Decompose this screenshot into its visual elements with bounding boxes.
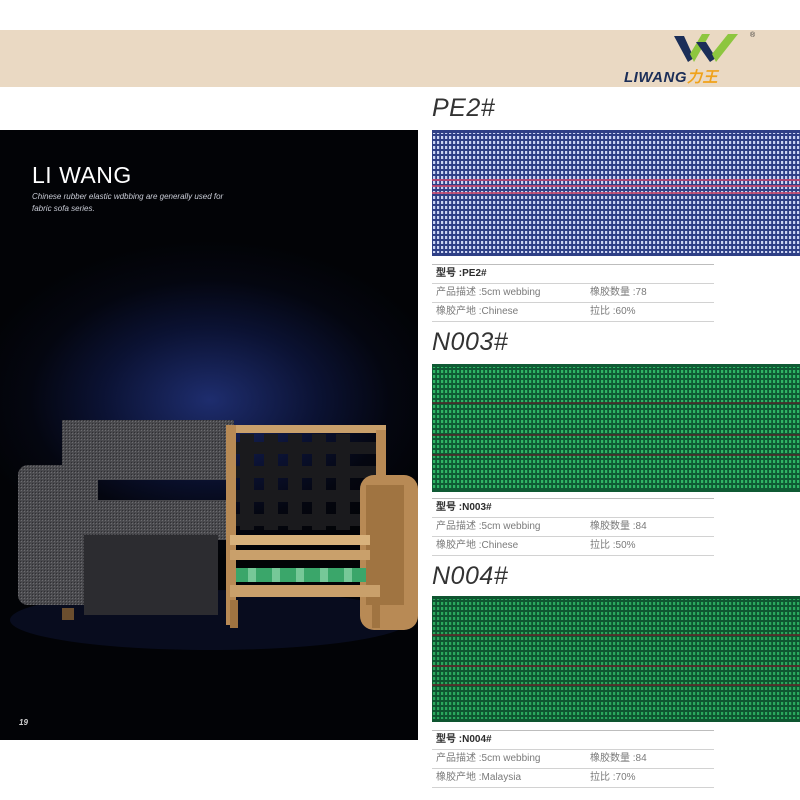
rubber-count: 橡胶数量 :78: [590, 287, 647, 298]
photo-title: LI WANG: [32, 162, 132, 188]
product-spec-table: 型号 :N003# 产品描述 :5cm webbing 橡胶数量 :84 橡胶产…: [432, 498, 714, 556]
stretch-ratio: 拉比 :70%: [590, 772, 636, 783]
brand-chinese: 力王: [687, 69, 719, 86]
rubber-count: 橡胶数量 :84: [590, 753, 647, 764]
product-title: N004#: [432, 562, 509, 590]
brand-wordmark: LIWANG力王: [624, 66, 718, 87]
webbing-swatch: [432, 364, 800, 492]
spec-row: 橡胶产地 :Chinese 拉比 :60%: [432, 303, 714, 322]
rubber-count: 橡胶数量 :84: [590, 521, 647, 532]
webbing-swatch: [432, 596, 800, 722]
product-title: N003#: [432, 328, 509, 356]
rubber-origin: 橡胶产地 :Chinese: [436, 540, 519, 551]
spec-row: 型号 :PE2#: [432, 265, 714, 284]
spec-row: 型号 :N004#: [432, 731, 714, 750]
rubber-origin: 橡胶产地 :Chinese: [436, 306, 519, 317]
sofa-photo: LI WANG Chinese rubber elastic wdbbing a…: [0, 130, 418, 740]
page-number: 19: [19, 718, 28, 727]
product-description: 产品描述 :5cm webbing: [436, 753, 541, 764]
model-number: 型号 :PE2#: [436, 268, 487, 279]
product-description: 产品描述 :5cm webbing: [436, 521, 541, 532]
product-title: PE2#: [432, 94, 496, 122]
sofa-illustration: [10, 420, 418, 650]
webbing-swatch: [432, 130, 800, 256]
brand-name: LIWANG: [624, 69, 687, 86]
product-spec-table: 型号 :PE2# 产品描述 :5cm webbing 橡胶数量 :78 橡胶产地…: [432, 264, 714, 322]
model-number: 型号 :N004#: [436, 734, 492, 745]
spec-row: 产品描述 :5cm webbing 橡胶数量 :78: [432, 284, 714, 303]
stretch-ratio: 拉比 :50%: [590, 540, 636, 551]
spec-row: 产品描述 :5cm webbing 橡胶数量 :84: [432, 518, 714, 537]
rubber-origin: 橡胶产地 :Malaysia: [436, 772, 522, 783]
w-logo-icon: [674, 34, 738, 62]
spec-row: 产品描述 :5cm webbing 橡胶数量 :84: [432, 750, 714, 769]
spec-row: 橡胶产地 :Malaysia 拉比 :70%: [432, 769, 714, 788]
product-spec-table: 型号 :N004# 产品描述 :5cm webbing 橡胶数量 :84 橡胶产…: [432, 730, 714, 788]
brand-logo: ® LIWANG力王: [620, 32, 770, 86]
product-description: 产品描述 :5cm webbing: [436, 287, 541, 298]
stretch-ratio: 拉比 :60%: [590, 306, 636, 317]
spec-row: 橡胶产地 :Chinese 拉比 :50%: [432, 537, 714, 556]
photo-caption: Chinese rubber elastic wdbbing are gener…: [32, 192, 224, 213]
spec-row: 型号 :N003#: [432, 499, 714, 518]
registered-mark: ®: [750, 32, 756, 39]
model-number: 型号 :N003#: [436, 502, 492, 513]
